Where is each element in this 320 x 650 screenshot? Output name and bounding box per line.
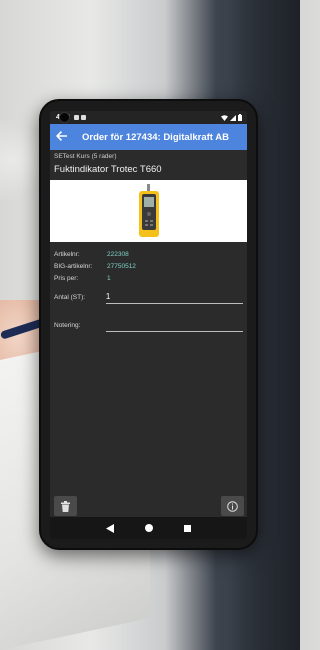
product-image (50, 180, 247, 242)
delete-button[interactable] (54, 496, 77, 516)
phone-frame: 4:20 Order för 127434: Digitalkraft AB S… (39, 99, 258, 550)
nav-back-icon[interactable] (105, 523, 114, 533)
note-label: Notering: (54, 322, 81, 329)
info-value: 27750512 (107, 262, 136, 270)
page-title: Order för 127434: Digitalkraft AB (82, 131, 229, 143)
arrow-left-icon[interactable] (56, 130, 74, 144)
note-field: Notering: (54, 320, 243, 332)
trash-icon (61, 500, 70, 512)
note-input[interactable] (105, 320, 243, 332)
quantity-label: Antal (ST): (54, 294, 86, 301)
battery-icon (238, 114, 242, 121)
info-value: 222308 (107, 250, 129, 258)
info-icon (227, 500, 238, 512)
info-row-pris-per: Pris per: 1 (54, 272, 243, 284)
notification-icon (81, 115, 87, 120)
wifi-icon (221, 114, 228, 121)
info-row-artikelnr: Artikelnr: 222308 (54, 248, 243, 260)
info-row-big-artikelnr: BIG-artikelnr: 27750512 (54, 260, 243, 272)
nav-recents-icon[interactable] (184, 524, 192, 532)
signal-icon (230, 114, 236, 121)
info-value: 1 (107, 274, 111, 282)
info-label: BIG-artikelnr: (54, 262, 93, 270)
info-label: Artikelnr: (54, 250, 80, 258)
quantity-input[interactable]: 1 (105, 292, 243, 304)
nav-home-icon[interactable] (144, 524, 153, 532)
info-button[interactable] (221, 496, 244, 516)
phone-screen: 4:20 Order för 127434: Digitalkraft AB S… (50, 111, 247, 539)
quantity-field: Antal (ST): 1 (54, 292, 243, 304)
main-content: SETest Kurs (5 rader) Fuktindikator Trot… (50, 150, 247, 332)
system-nav-bar (50, 517, 247, 539)
moisture-meter-image (138, 184, 159, 237)
front-camera (59, 112, 70, 123)
product-name: Fuktindikator Trotec T660 (54, 164, 162, 175)
notification-icons (74, 115, 87, 120)
status-right (221, 114, 242, 121)
notification-icon (74, 115, 80, 120)
info-label: Pris per: (54, 274, 79, 282)
app-bar: Order för 127434: Digitalkraft AB (50, 124, 247, 150)
order-subheader: SETest Kurs (5 rader) (54, 153, 117, 160)
article-info: Artikelnr: 222308 BIG-artikelnr: 2775051… (54, 248, 243, 284)
status-bar: 4:20 (50, 111, 247, 124)
